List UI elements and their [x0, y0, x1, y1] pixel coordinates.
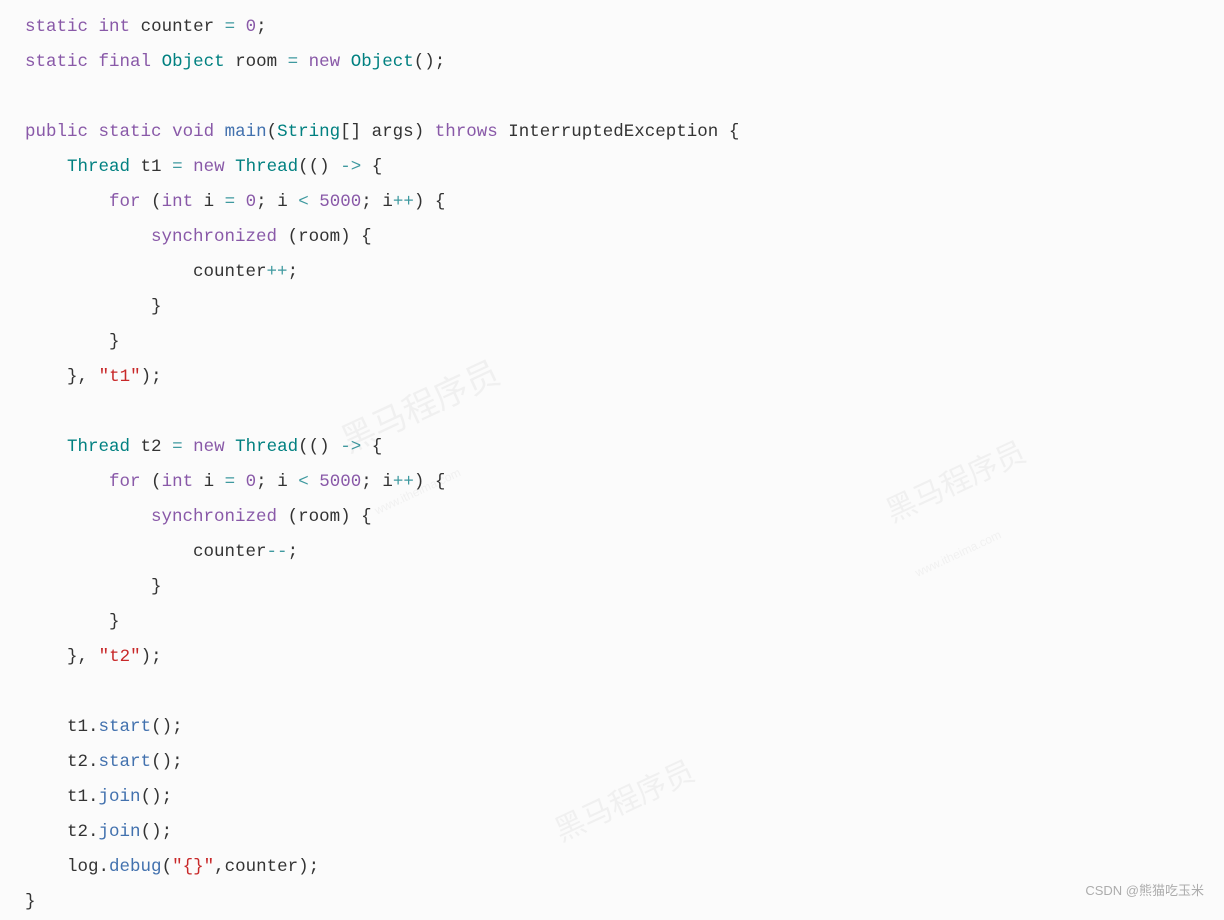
code-line: static int counter = 0; [25, 17, 267, 37]
code-line: } [25, 577, 162, 597]
attribution-watermark: CSDN @熊猫吃玉米 [1085, 878, 1204, 904]
code-line: }, "t1"); [25, 367, 162, 387]
code-line: t2.start(); [25, 752, 183, 772]
code-line: } [25, 332, 120, 352]
code-line: public static void main(String[] args) t… [25, 122, 739, 142]
code-line: t2.join(); [25, 822, 172, 842]
code-line: counter--; [25, 542, 298, 562]
code-line: synchronized (room) { [25, 227, 372, 247]
code-line: t1.start(); [25, 717, 183, 737]
code-line: t1.join(); [25, 787, 172, 807]
code-line: } [25, 297, 162, 317]
code-line: for (int i = 0; i < 5000; i++) { [25, 192, 445, 212]
code-line: synchronized (room) { [25, 507, 372, 527]
code-line: }, "t2"); [25, 647, 162, 667]
code-line: } [25, 892, 36, 912]
code-line: log.debug("{}",counter); [25, 857, 319, 877]
code-line: for (int i = 0; i < 5000; i++) { [25, 472, 445, 492]
code-block: static int counter = 0; static final Obj… [25, 10, 1224, 920]
code-line: counter++; [25, 262, 298, 282]
code-line: Thread t2 = new Thread(() -> { [25, 437, 382, 457]
code-line: } [25, 612, 120, 632]
code-line: Thread t1 = new Thread(() -> { [25, 157, 382, 177]
code-line: static final Object room = new Object(); [25, 52, 445, 72]
